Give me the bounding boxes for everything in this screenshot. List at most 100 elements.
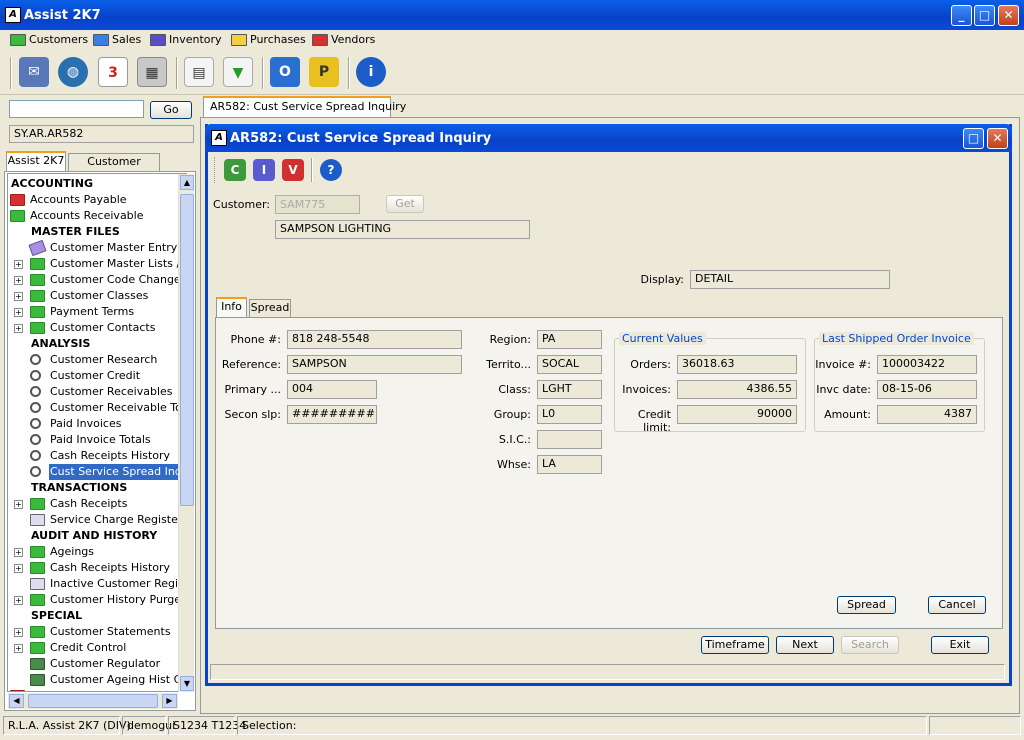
timeframe-button[interactable]: Timeframe <box>701 636 769 654</box>
tree-item[interactable]: + Ageings <box>8 544 186 560</box>
close-button[interactable]: ✕ <box>998 5 1019 26</box>
tree-item[interactable]: Asset Management <box>8 688 186 691</box>
calculator-icon[interactable]: ▦ <box>137 57 167 87</box>
scroll-left-icon[interactable]: ◀ <box>9 694 24 708</box>
info-field-value: LGHT <box>537 380 602 399</box>
last-shipped-value: 4387 <box>877 405 977 424</box>
tree-item[interactable]: Paid Invoices <box>8 416 186 432</box>
field-label: Whse: <box>496 458 531 471</box>
tree-item[interactable]: Cust Service Spread Inquir <box>8 464 186 480</box>
tree-item[interactable]: Service Charge Register <box>8 512 186 528</box>
toolbar-separator <box>176 57 178 89</box>
calendar-icon[interactable]: 3 <box>98 57 128 87</box>
menu-bar: Customers Sales Inventory Purchases Vendors <box>0 30 1024 50</box>
inventory-i-icon[interactable]: I <box>253 159 275 181</box>
info-field-value: ######### <box>287 405 377 424</box>
export-icon[interactable]: ▼ <box>223 57 253 87</box>
tree-heading: ACCOUNTING <box>8 176 186 192</box>
vendor-v-icon[interactable]: V <box>282 159 304 181</box>
expand-icon[interactable]: + <box>14 596 23 605</box>
tree-item[interactable]: Inactive Customer Register <box>8 576 186 592</box>
scroll-right-icon[interactable]: ▶ <box>162 694 177 708</box>
folder-icon <box>231 34 247 46</box>
tree-item[interactable]: Customer Receivable Total <box>8 400 186 416</box>
tree-horizontal-scrollbar[interactable]: ◀ ▶ <box>8 693 178 709</box>
inquiry-maximize-button[interactable]: □ <box>963 128 984 149</box>
expand-icon[interactable]: + <box>14 308 23 317</box>
expand-icon[interactable]: + <box>14 292 23 301</box>
report-icon[interactable]: ▤ <box>184 57 214 87</box>
tree-item[interactable]: + Customer Contacts <box>8 320 186 336</box>
outlook-icon[interactable]: O <box>270 57 300 87</box>
search-button[interactable]: Search <box>841 636 899 654</box>
tree-item[interactable]: Customer Receivables <box>8 384 186 400</box>
expand-icon[interactable]: + <box>14 276 23 285</box>
tree-item[interactable]: + Payment Terms <box>8 304 186 320</box>
tree-item[interactable]: + Customer Code Change / D <box>8 272 186 288</box>
folder-icon <box>93 34 109 46</box>
tab-customer-service[interactable]: Customer Service <box>68 153 160 184</box>
inquiry-close-button[interactable]: ✕ <box>987 128 1008 149</box>
customer-code-field[interactable]: SAM775 <box>275 195 360 214</box>
tree-vertical-scrollbar[interactable]: ▲ ▼ <box>178 174 194 692</box>
tab-assist-2k7[interactable]: Assist 2K7 <box>6 151 66 171</box>
customer-c-icon[interactable]: C <box>224 159 246 181</box>
tree-item[interactable]: + Customer History Purges <box>8 592 186 608</box>
hscroll-thumb[interactable] <box>28 694 158 708</box>
menu-label: Purchases <box>250 33 306 46</box>
info-icon[interactable]: i <box>356 57 386 87</box>
tree-item[interactable]: Customer Credit <box>8 368 186 384</box>
menu-label: Sales <box>112 33 142 46</box>
tree-item[interactable]: + Cash Receipts History <box>8 560 186 576</box>
expand-icon[interactable]: + <box>14 644 23 653</box>
display-field[interactable]: DETAIL <box>690 270 890 289</box>
maximize-button[interactable]: □ <box>974 5 995 26</box>
tree-item[interactable]: Accounts Receivable <box>8 208 186 224</box>
tree-item[interactable]: Customer Ageing Hist Gene <box>8 672 186 688</box>
globe-icon[interactable]: ◍ <box>58 57 88 87</box>
help-icon[interactable]: ? <box>320 159 342 181</box>
get-button[interactable]: Get <box>386 195 424 213</box>
expand-icon[interactable]: + <box>14 500 23 509</box>
tree-label: Customer Credit <box>50 369 141 382</box>
tree-item[interactable]: Cash Receipts History <box>8 448 186 464</box>
app-titlebar: A Assist 2K7 _ □ ✕ <box>0 0 1024 30</box>
expand-icon[interactable]: + <box>14 324 23 333</box>
scroll-down-icon[interactable]: ▼ <box>180 676 194 691</box>
magnifier-icon <box>30 354 41 365</box>
next-button[interactable]: Next <box>776 636 834 654</box>
folder-green-icon <box>30 498 45 510</box>
minimize-button[interactable]: _ <box>951 5 972 26</box>
tree-item[interactable]: Paid Invoice Totals <box>8 432 186 448</box>
go-button[interactable]: Go <box>150 101 192 119</box>
tab-info[interactable]: Info <box>216 297 247 317</box>
mail-icon[interactable]: ✉ <box>19 57 49 87</box>
tab-spread[interactable]: Spread <box>249 299 291 317</box>
tree-item[interactable]: + Credit Control <box>8 640 186 656</box>
cancel-button[interactable]: Cancel <box>928 596 986 614</box>
go-input[interactable] <box>9 100 144 118</box>
document-tab[interactable]: AR582: Cust Service Spread Inquiry <box>203 96 406 117</box>
tree-item[interactable]: + Customer Classes <box>8 288 186 304</box>
tree-item[interactable]: Accounts Payable <box>8 192 186 208</box>
folder-green-icon <box>10 210 25 222</box>
tree-item[interactable]: Customer Master Entry <box>8 239 186 257</box>
spread-button[interactable]: Spread <box>837 596 896 614</box>
expand-icon[interactable]: + <box>14 564 23 573</box>
tree-item[interactable]: + Customer Master Lists / Lab <box>8 256 186 272</box>
folder-green-icon <box>30 626 45 638</box>
exit-button[interactable]: Exit <box>931 636 989 654</box>
tree-item[interactable]: Customer Regulator <box>8 656 186 672</box>
tree-item[interactable]: + Customer Statements <box>8 624 186 640</box>
expand-icon[interactable]: + <box>14 628 23 637</box>
folder-green-icon <box>30 594 45 606</box>
tree-label: Customer Ageing Hist Gene <box>50 673 186 686</box>
tree-item[interactable]: Customer Research <box>8 352 186 368</box>
folder-icon <box>312 34 328 46</box>
publisher-icon[interactable]: P <box>309 57 339 87</box>
tree-item[interactable]: + Cash Receipts <box>8 496 186 512</box>
expand-icon[interactable]: + <box>14 548 23 557</box>
scroll-up-icon[interactable]: ▲ <box>180 175 194 190</box>
scroll-thumb[interactable] <box>180 194 194 506</box>
expand-icon[interactable]: + <box>14 260 23 269</box>
